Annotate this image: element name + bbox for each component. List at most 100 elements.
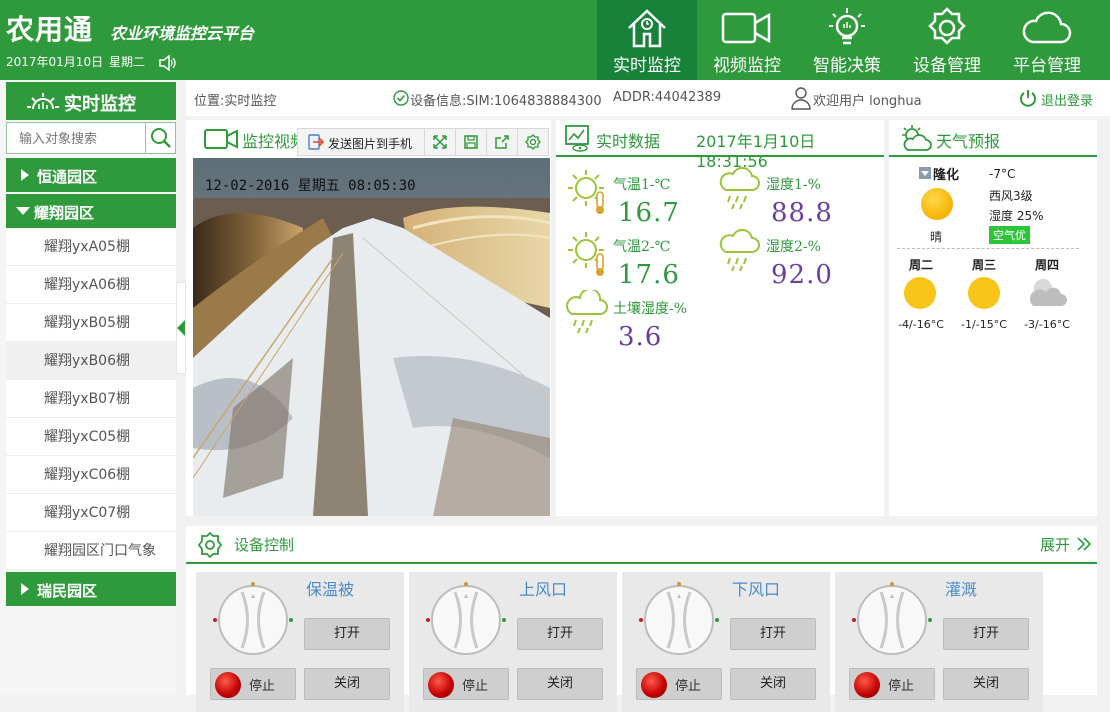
sun-icon (968, 277, 1000, 309)
stop-button[interactable]: 停止 (210, 668, 296, 700)
open-button[interactable]: 打开 (730, 618, 816, 650)
sun-icon (904, 277, 936, 309)
app-subtitle: 农业环境监控云平台 (110, 24, 255, 43)
nav-device-manage[interactable]: 设备管理 (897, 0, 997, 80)
stop-button[interactable]: 停止 (849, 668, 935, 700)
nav-platform-manage[interactable]: 平台管理 (997, 0, 1097, 80)
stop-label: 停止 (675, 679, 702, 694)
open-button[interactable]: 打开 (517, 618, 603, 650)
rotary-knob-icon[interactable] (849, 576, 935, 662)
stop-button[interactable]: 停止 (636, 668, 722, 700)
video-settings-button[interactable] (517, 129, 548, 155)
forecast-day: 周四 (1034, 258, 1059, 272)
sidebar-item[interactable]: 耀翔yxA06棚 (6, 266, 176, 304)
location-text: 位置:实时监控 (194, 94, 277, 109)
rotary-knob-icon[interactable] (210, 576, 296, 662)
close-button[interactable]: 关闭 (943, 668, 1029, 700)
stop-label: 停止 (888, 679, 915, 694)
caret-right-icon (21, 169, 29, 181)
group-label: 恒通园区 (37, 168, 98, 186)
device-name: 保温被 (306, 580, 355, 599)
save-button[interactable] (455, 129, 486, 155)
logout-link[interactable]: 退出登录 (1041, 90, 1093, 109)
search-input[interactable] (7, 123, 143, 153)
forecast-day: 周二 (908, 258, 933, 272)
sidebar-item[interactable]: 耀翔yxA05棚 (6, 228, 176, 266)
sensor-value-temp2: 17.6 (618, 260, 680, 290)
sidebar-item[interactable]: 耀翔yxB07棚 (6, 380, 176, 418)
sensor-value-hum1: 88.8 (771, 198, 833, 228)
open-button[interactable]: 打开 (304, 618, 390, 650)
sensor-label-soil: 土壤湿度-% (613, 301, 688, 317)
stop-button[interactable]: 停止 (423, 668, 509, 700)
weather-humidity: 湿度 25% (989, 209, 1044, 223)
forecast-temp: -1/-15°C (961, 318, 1007, 331)
sidebar-item[interactable]: 耀翔yxC06棚 (6, 456, 176, 494)
rain-cloud-icon (719, 228, 760, 272)
rain-cloud-icon (719, 166, 760, 210)
device-addr: ADDR:44042389 (613, 90, 722, 105)
save-icon (464, 135, 478, 149)
nav-realtime-monitor[interactable]: 实时监控 (597, 0, 697, 80)
search-icon (151, 128, 171, 148)
group-hengtong[interactable]: 恒通园区 (6, 158, 176, 192)
current-weekday: 星期二 (109, 55, 146, 69)
gear-icon (525, 134, 541, 150)
sidebar-item[interactable]: 耀翔yxC07棚 (6, 494, 176, 532)
dropdown-icon[interactable] (919, 167, 931, 179)
realtime-datetime: 2017年1月10日 18:31:56 (696, 132, 816, 171)
nav-video-monitor[interactable]: 视频监控 (697, 0, 797, 80)
sidebar-title-label: 实时监控 (64, 94, 136, 115)
weather-condition: 晴 (930, 230, 943, 244)
sidebar-splitter[interactable] (176, 80, 186, 695)
sidebar-item[interactable]: 耀翔yxC05棚 (6, 418, 176, 456)
group-yaoxiang[interactable]: 耀翔园区 (6, 194, 176, 228)
user-icon (791, 87, 811, 110)
rotary-knob-icon[interactable] (636, 576, 722, 662)
sidebar-item[interactable]: 耀翔yxB05棚 (6, 304, 176, 342)
realtime-title: 实时数据 (596, 132, 661, 151)
close-button[interactable]: 关闭 (730, 668, 816, 700)
power-icon[interactable] (1018, 88, 1038, 108)
weather-city[interactable]: 隆化 (933, 164, 959, 183)
gear-icon (928, 7, 966, 45)
cloud-icon (1022, 11, 1072, 44)
camera-snapshot[interactable]: 12-02-2016 星期五 08:05:30 (193, 158, 550, 516)
caret-right-icon (21, 583, 29, 595)
close-button[interactable]: 关闭 (517, 668, 603, 700)
weather-panel: 天气预报 隆化 晴 -7°C 西风3级 湿度 25% 空气优 周二 周三 周四 … (889, 120, 1097, 516)
realtime-title-bar: 实时数据 2017年1月10日 18:31:56 (556, 120, 884, 171)
open-button[interactable]: 打开 (943, 618, 1029, 650)
rotary-knob-icon[interactable] (423, 576, 509, 662)
device-card-upper-vent: 上风口 打开 停止 关闭 (409, 572, 617, 712)
share-button[interactable] (486, 129, 517, 155)
collapse-arrow-icon[interactable] (177, 320, 185, 336)
soil-cloud-icon (566, 290, 608, 334)
nav-label: 设备管理 (913, 56, 981, 76)
video-timestamp-overlay: 12-02-2016 星期五 08:05:30 (205, 178, 416, 194)
sidebar-title: 实时监控 (6, 82, 176, 120)
sun-icon (921, 188, 953, 220)
sidebar-item-selected[interactable]: 耀翔yxB06棚 (6, 342, 176, 380)
device-card-insulation: 保温被 打开 停止 关闭 (196, 572, 404, 712)
welcome-text: 欢迎用户 longhua (813, 94, 922, 109)
search-box (6, 122, 176, 154)
device-name: 灌溉 (945, 580, 978, 599)
group-ruimin[interactable]: 瑞民园区 (6, 572, 176, 606)
speaker-icon[interactable] (157, 53, 177, 73)
forecast-temp: -3/-16°C (1024, 318, 1070, 331)
send-image-button[interactable]: 发送图片到手机 (328, 135, 412, 152)
sidebar-item[interactable]: 耀翔园区门口气象 (6, 532, 176, 570)
sun-thermometer-icon (568, 232, 604, 276)
air-quality-badge: 空气优 (989, 226, 1030, 244)
weather-title: 天气预报 (936, 132, 1001, 151)
device-info: 设备信息:SIM:1064838884300 (410, 94, 602, 109)
nav-smart-decision[interactable]: 智能决策 (797, 0, 897, 80)
search-button[interactable] (145, 123, 175, 153)
fullscreen-button[interactable] (424, 129, 455, 155)
sensor-value-temp1: 16.7 (618, 198, 680, 228)
close-button[interactable]: 关闭 (304, 668, 390, 700)
sensor-label-temp2: 气温2-℃ (613, 239, 671, 255)
stop-icon (428, 672, 454, 698)
weather-temp: -7°C (989, 167, 1016, 181)
